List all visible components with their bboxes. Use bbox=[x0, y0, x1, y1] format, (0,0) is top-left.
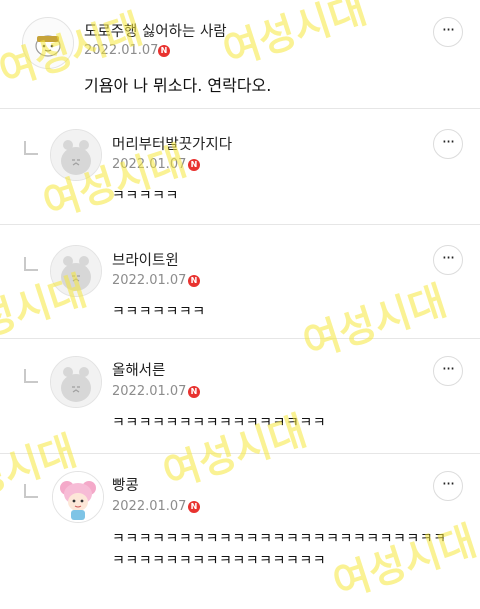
comment-date: 2022.01.07 bbox=[112, 157, 187, 172]
comment-date: 2022.01.07 bbox=[84, 43, 159, 58]
reply-comment: 브라이트윈 2022.01.07 N ㅋㅋㅋㅋㅋㅋㅋ ··· bbox=[0, 225, 480, 338]
more-options-button[interactable]: ··· bbox=[433, 471, 463, 501]
reply-comment: 머리부터발끗가지다 2022.01.07 N ㅋㅋㅋㅋㅋ ··· bbox=[0, 109, 480, 224]
reply-arrow-icon bbox=[24, 257, 38, 271]
avatar[interactable] bbox=[50, 245, 102, 297]
comment-date: 2022.01.07 bbox=[112, 273, 187, 288]
new-badge-icon: N bbox=[188, 275, 200, 287]
comment-text: ㅋㅋㅋㅋㅋ bbox=[112, 188, 179, 204]
nickname[interactable]: 브라이트윈 bbox=[112, 249, 179, 270]
reply-comment: 빵콩 2022.01.07 N ㅋㅋㅋㅋㅋㅋㅋㅋㅋㅋㅋㅋㅋㅋㅋㅋㅋㅋㅋㅋㅋㅋㅋㅋ… bbox=[0, 454, 480, 588]
new-badge-icon: N bbox=[158, 45, 170, 57]
nickname[interactable]: 빵콩 bbox=[112, 474, 139, 495]
nickname[interactable]: 머리부터발끗가지다 bbox=[112, 133, 232, 154]
default-profile-icon bbox=[51, 246, 101, 296]
comment: 도로주행 싫어하는 사람 2022.01.07 N 기욤아 나 뮈소다. 연락다… bbox=[0, 0, 480, 108]
comment-text: ㅋㅋㅋㅋㅋㅋㅋㅋㅋㅋㅋㅋㅋㅋㅋㅋ bbox=[112, 415, 327, 431]
reply-comment: 올해서른 2022.01.07 N ㅋㅋㅋㅋㅋㅋㅋㅋㅋㅋㅋㅋㅋㅋㅋㅋ ··· bbox=[0, 339, 480, 453]
default-profile-icon bbox=[51, 130, 101, 180]
nickname[interactable]: 올해서른 bbox=[112, 359, 165, 380]
reply-arrow-icon bbox=[24, 484, 38, 498]
comment-date: 2022.01.07 bbox=[112, 499, 187, 514]
new-badge-icon: N bbox=[188, 159, 200, 171]
nickname[interactable]: 도로주행 싫어하는 사람 bbox=[84, 20, 227, 41]
new-badge-icon: N bbox=[188, 386, 200, 398]
comment-date: 2022.01.07 bbox=[112, 384, 187, 399]
more-options-button[interactable]: ··· bbox=[433, 129, 463, 159]
avatar[interactable] bbox=[22, 17, 74, 69]
more-options-button[interactable]: ··· bbox=[433, 17, 463, 47]
avatar[interactable] bbox=[52, 471, 104, 523]
character-profile-icon bbox=[53, 472, 103, 522]
comment-text: ㅋㅋㅋㅋㅋㅋㅋ bbox=[112, 304, 206, 320]
avatar[interactable] bbox=[50, 129, 102, 181]
avatar[interactable] bbox=[50, 356, 102, 408]
more-options-button[interactable]: ··· bbox=[433, 356, 463, 386]
more-options-button[interactable]: ··· bbox=[433, 245, 463, 275]
default-profile-icon bbox=[51, 357, 101, 407]
comment-text: ㅋㅋㅋㅋㅋㅋㅋㅋㅋㅋㅋㅋㅋㅋㅋㅋㅋㅋㅋㅋㅋㅋㅋㅋㅋ bbox=[112, 531, 447, 547]
comment-text: ㅋㅋㅋㅋㅋㅋㅋㅋㅋㅋㅋㅋㅋㅋㅋㅋ bbox=[112, 553, 327, 569]
reply-arrow-icon bbox=[24, 369, 38, 383]
reply-arrow-icon bbox=[24, 141, 38, 155]
comment-text: 기욤아 나 뮈소다. 연락다오. bbox=[84, 76, 272, 95]
new-badge-icon: N bbox=[188, 501, 200, 513]
mascot-icon bbox=[23, 18, 73, 68]
